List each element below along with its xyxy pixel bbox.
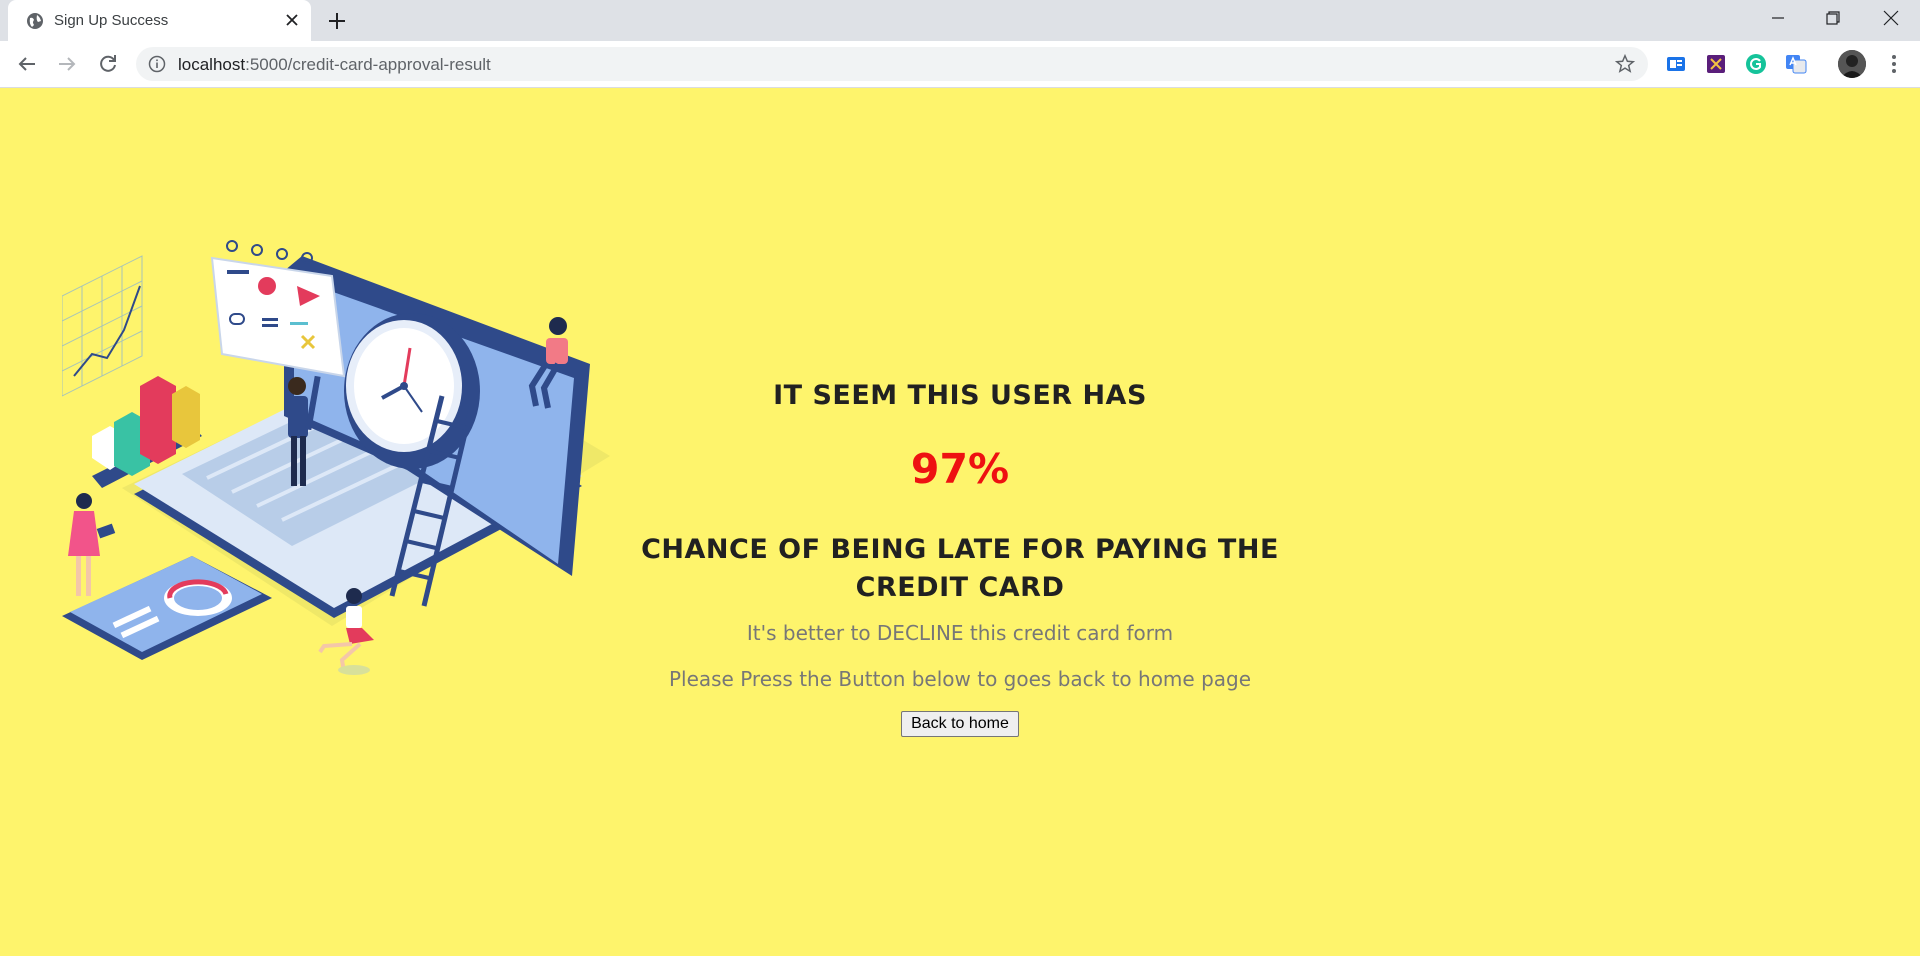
recommendation-text: It's better to DECLINE this credit card … [746,621,1174,645]
url-text[interactable]: localhost:5000/credit-card-approval-resu… [178,55,491,75]
new-tab-plus-icon[interactable] [326,10,348,32]
result-heading-top: IT SEEM THIS USER HAS [773,380,1147,411]
extension-purple-icon[interactable] [1704,52,1728,76]
forward-arrow-icon[interactable] [55,52,79,76]
result-panel: IT SEEM THIS USER HAS 97% CHANCE OF BEIN… [620,380,1300,737]
page-body: IT SEEM THIS USER HAS 97% CHANCE OF BEIN… [0,88,1920,956]
late-payment-percentage: 97% [910,445,1010,493]
more-menu-icon[interactable] [1882,52,1906,76]
globe-icon [27,13,43,29]
browser-tab[interactable]: Sign Up Success [8,0,311,41]
browser-toolbar: localhost:5000/credit-card-approval-resu… [0,41,1920,88]
laptop-illustration [62,240,610,675]
minimize-icon[interactable] [1766,6,1790,30]
translate-icon[interactable] [1784,52,1808,76]
profile-avatar-image [1838,50,1866,78]
result-heading-bottom: CHANCE OF BEING LATE FOR PAYING THE CRED… [641,534,1279,603]
info-icon[interactable] [148,55,166,73]
back-to-home-button[interactable]: Back to home [901,711,1019,737]
grammarly-icon[interactable] [1744,52,1768,76]
url-path: :5000/credit-card-approval-result [245,55,491,74]
bookmark-star-icon[interactable] [1614,53,1636,75]
tab-strip: Sign Up Success [0,0,1920,41]
tab-title: Sign Up Success [54,12,169,29]
instruction-text: Please Press the Button below to goes ba… [668,667,1252,691]
address-bar[interactable]: localhost:5000/credit-card-approval-resu… [136,47,1648,81]
profile-avatar[interactable] [1838,50,1866,78]
close-icon[interactable] [283,11,301,29]
restore-icon[interactable] [1821,6,1845,30]
reload-icon[interactable] [96,52,120,76]
close-window-icon[interactable] [1879,6,1903,30]
url-host: localhost [178,55,246,74]
back-arrow-icon[interactable] [15,52,39,76]
extension-reader-icon[interactable] [1664,52,1688,76]
